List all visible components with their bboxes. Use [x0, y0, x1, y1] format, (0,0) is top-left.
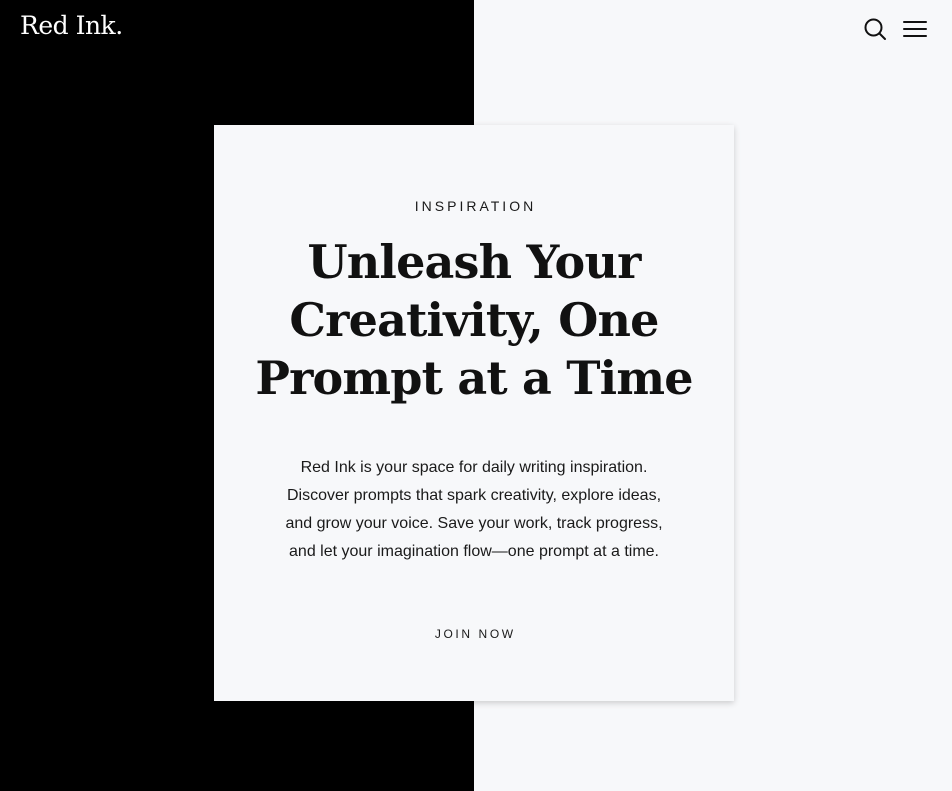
hero-eyebrow: INSPIRATION [414, 198, 537, 214]
header-actions [862, 16, 928, 42]
join-now-link[interactable]: JOIN NOW [214, 627, 734, 641]
hero-description: Red Ink is your space for daily writing … [285, 459, 663, 560]
site-logo[interactable]: Red Ink. [20, 10, 123, 42]
hamburger-menu-icon[interactable] [902, 16, 928, 42]
hero-headline: Unleash Your Creativity, One Prompt at a… [255, 235, 693, 405]
search-icon[interactable] [862, 16, 888, 42]
hero-card: INSPIRATION Unleash Your Creativity, One… [214, 125, 734, 701]
